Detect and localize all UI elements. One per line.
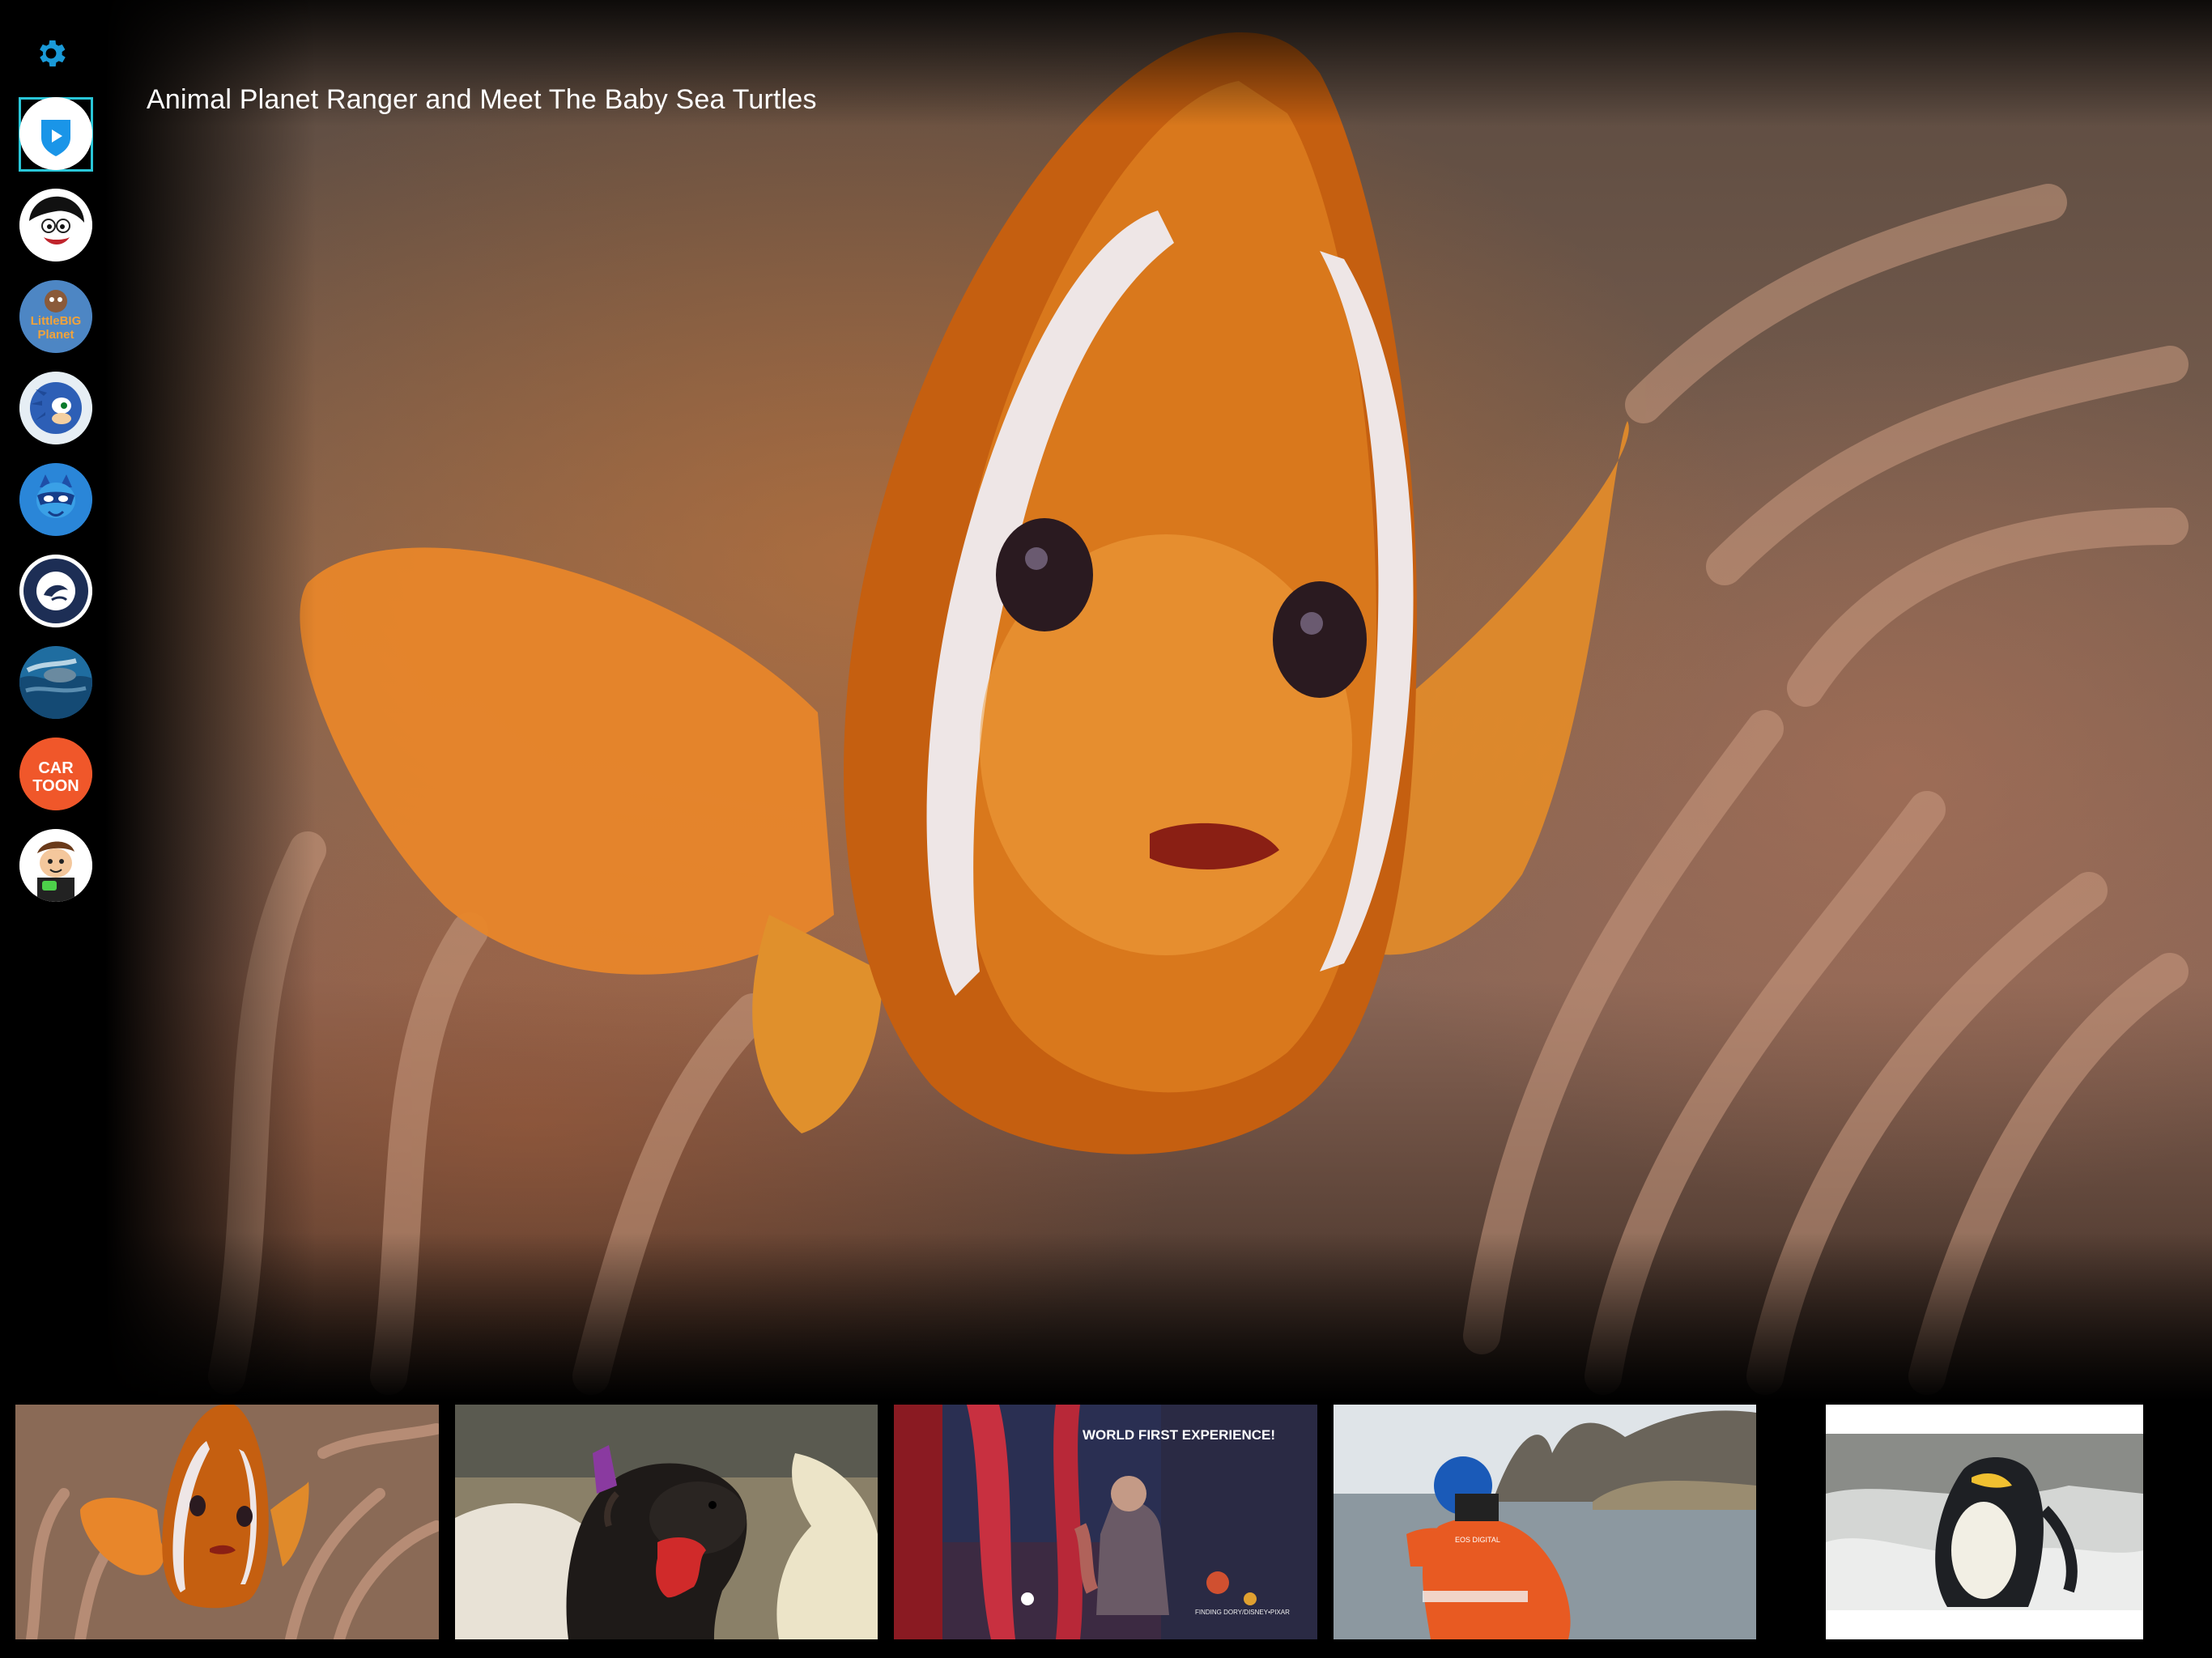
penguin-thumbnail-image — [1826, 1405, 2143, 1639]
video-title: Animal Planet Ranger and Meet The Baby S… — [147, 84, 817, 115]
svg-text:CAR: CAR — [38, 759, 74, 777]
cartoon-channel-icon[interactable]: CAR TOON — [19, 738, 92, 810]
monica-channel-icon[interactable] — [19, 189, 92, 261]
svg-text:LittleBIG: LittleBIG — [31, 314, 82, 328]
settings-gear-icon[interactable] — [33, 36, 69, 71]
jacket-text: EOS DIGITAL — [1455, 1536, 1500, 1544]
pj-masks-channel-icon[interactable] — [19, 463, 92, 536]
otter-thumbnail-image — [455, 1405, 878, 1639]
hero-video[interactable] — [105, 0, 2212, 1401]
thumbnail-aquarium-video[interactable]: WORLD FIRST EXPERIENCE! FINDING DORY/DIS… — [894, 1405, 1317, 1639]
thumbnail-otter-video[interactable] — [455, 1405, 878, 1639]
littlebigplanet-channel-icon[interactable]: LittleBIG Planet — [19, 280, 92, 353]
thumbnail-penguin-video[interactable] — [1826, 1405, 2143, 1639]
aquarium-small-text: FINDING DORY/DISNEY•PIXAR — [1195, 1609, 1290, 1616]
svg-text:Planet: Planet — [37, 328, 74, 342]
ben10-channel-icon[interactable] — [19, 829, 92, 902]
clownfish-thumbnail-image — [15, 1405, 439, 1639]
play-channel-icon[interactable] — [19, 97, 92, 170]
clownfish-image — [208, 32, 2189, 1395]
thumbnail-photographer-video[interactable]: EOS DIGITAL — [1334, 1405, 1756, 1639]
thumbnail-clownfish-video[interactable] — [15, 1405, 439, 1639]
aquarium-caption: WORLD FIRST EXPERIENCE! — [1083, 1427, 1276, 1443]
ocean-channel-icon[interactable] — [19, 646, 92, 719]
sonic-channel-icon[interactable] — [19, 372, 92, 444]
svg-text:TOON: TOON — [32, 777, 79, 795]
alaska-sealife-channel-icon[interactable] — [19, 555, 92, 627]
photographer-thumbnail-image — [1334, 1405, 1756, 1639]
